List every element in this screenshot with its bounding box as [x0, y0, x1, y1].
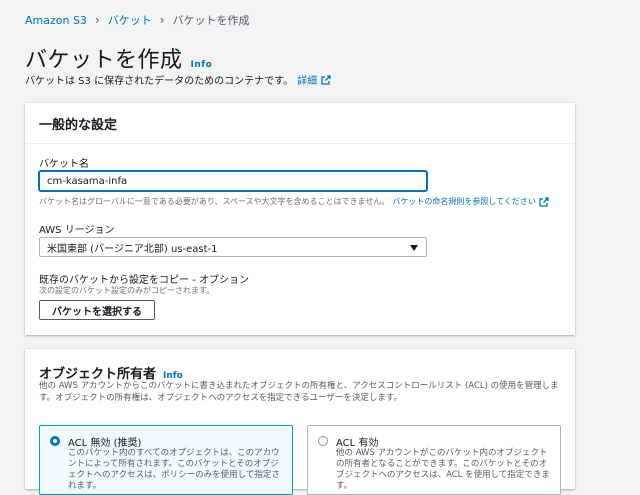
bucket-naming-rules-link[interactable]: バケットの命名規則を参照してください: [392, 196, 536, 207]
bucket-name-hint-text: バケット名はグローバルに一意である必要があり、スペースや大文字を含めることはでき…: [39, 197, 390, 206]
chevron-right-icon: ›: [94, 13, 100, 27]
region-value: 米国東部 (バージニア北部) us-east-1: [47, 243, 218, 255]
object-ownership-description: 他の AWS アカウントからこのバケットに書き込まれたオブジェクトの所有権と、ア…: [39, 381, 559, 403]
choose-bucket-button[interactable]: バケットを選択する: [39, 300, 155, 320]
caret-down-icon: [410, 245, 418, 251]
breadcrumb-amazon-s3[interactable]: Amazon S3: [25, 14, 87, 27]
region-select[interactable]: 米国東部 (バージニア北部) us-east-1: [39, 237, 427, 257]
general-settings-card: 一般的な設定 バケット名 cm-kasama-infa バケット名はグローバルに…: [25, 103, 575, 335]
acl-enabled-title: ACL 有効: [336, 438, 379, 449]
page-description: バケットは S3 に保存されたデータのためのコンテナです。: [25, 76, 294, 87]
page-title-row: バケットを作成 Info: [25, 42, 212, 74]
acl-disabled-title: ACL 無効 (推奨): [68, 438, 142, 449]
breadcrumb-buckets[interactable]: バケット: [108, 12, 152, 28]
acl-disabled-radio[interactable]: [50, 436, 60, 446]
copy-settings-label: 既存のバケットから設定をコピー - オプション: [39, 275, 249, 286]
chevron-right-icon: ›: [159, 13, 165, 27]
bucket-name-hint: バケット名はグローバルに一意である必要があり、スペースや大文字を含めることはでき…: [39, 196, 549, 207]
page-info-link[interactable]: Info: [191, 60, 213, 70]
object-ownership-card: オブジェクト所有者 Info 他の AWS アカウントからこのバケットに書き込ま…: [25, 349, 575, 495]
acl-disabled-description: このバケット内のすべてのオブジェクトは、このアカウントによって所有されます。この…: [68, 448, 280, 491]
acl-enabled-description: 他の AWS アカウントがこのバケット内のオブジェクトの所有者となることができま…: [336, 448, 550, 491]
acl-enabled-option[interactable]: ACL 有効 他の AWS アカウントがこのバケット内のオブジェクトの所有者とな…: [307, 425, 561, 495]
general-settings-header: 一般的な設定: [25, 103, 575, 144]
page-description-row: バケットは S3 に保存されたデータのためのコンテナです。 詳細: [25, 72, 331, 87]
copy-settings-hint: 次の設定のバケット設定のみがコピーされます。: [39, 286, 215, 295]
acl-enabled-radio[interactable]: [318, 436, 328, 446]
external-link-icon[interactable]: [539, 196, 549, 207]
details-link[interactable]: 詳細: [297, 72, 317, 87]
bucket-name-input[interactable]: cm-kasama-infa: [39, 171, 427, 191]
region-label: AWS リージョン: [39, 225, 115, 236]
acl-disabled-option[interactable]: ACL 無効 (推奨) このバケット内のすべてのオブジェクトは、このアカウントに…: [39, 425, 293, 495]
breadcrumb-current: バケットを作成: [172, 14, 250, 27]
external-link-icon[interactable]: [321, 74, 331, 85]
breadcrumb: Amazon S3 › バケット › バケットを作成: [25, 12, 250, 28]
page-title: バケットを作成: [25, 48, 183, 73]
bucket-name-value: cm-kasama-infa: [47, 175, 128, 187]
bucket-name-label: バケット名: [39, 159, 89, 170]
